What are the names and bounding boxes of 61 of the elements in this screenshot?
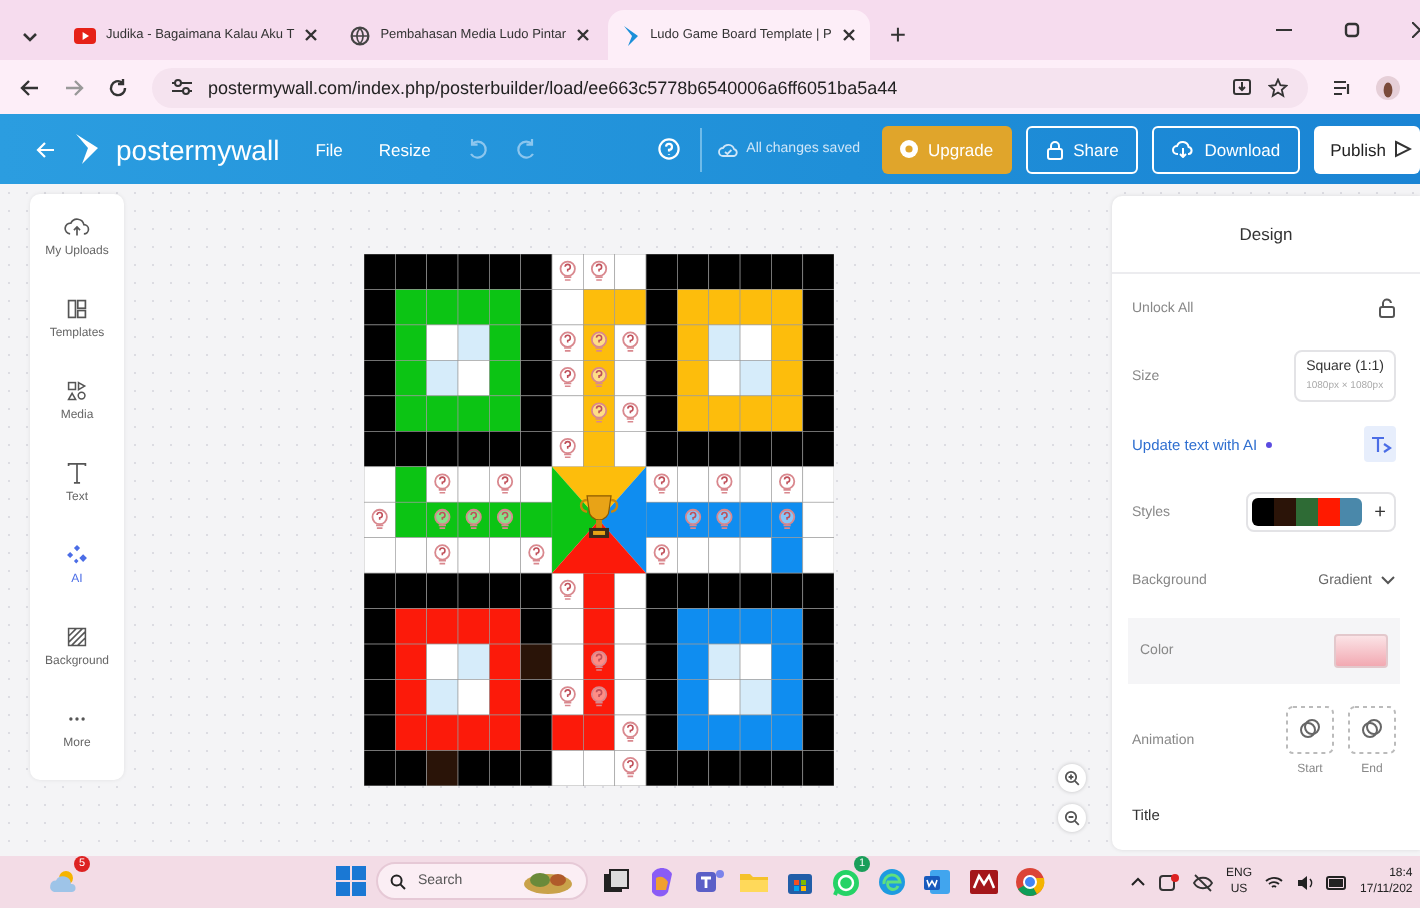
zoom-in-icon[interactable] — [1058, 764, 1086, 792]
address-field[interactable]: postermywall.com/index.php/posterbuilder/load/ee663c5778b6540006a6ff6051ba5a44 — [152, 67, 1308, 107]
volume-icon[interactable] — [1296, 873, 1315, 891]
site-settings-icon — [172, 78, 192, 96]
restore-icon[interactable] — [1344, 22, 1360, 38]
color-swatch[interactable] — [1252, 498, 1275, 526]
lock-icon — [1045, 139, 1064, 159]
style-swatches[interactable]: + — [1246, 492, 1396, 532]
send-icon — [1394, 140, 1412, 158]
menu-item[interactable]: Resize — [378, 139, 431, 159]
publish-button[interactable]: Publish — [1314, 125, 1420, 173]
star-icon[interactable] — [1268, 77, 1288, 97]
download-button[interactable]: Download — [1152, 125, 1301, 173]
reload-icon[interactable] — [108, 77, 128, 97]
new-tab-button[interactable]: + — [889, 18, 907, 50]
close-icon[interactable] — [841, 28, 856, 42]
gradient-swatch[interactable] — [1334, 634, 1388, 668]
zoom-out-icon[interactable] — [1058, 804, 1086, 832]
ai-text-icon[interactable] — [1364, 426, 1396, 462]
wifi-icon[interactable] — [1264, 873, 1285, 891]
battery-icon[interactable] — [1326, 875, 1349, 889]
share-button[interactable]: Share — [1025, 125, 1139, 173]
logo-icon — [76, 134, 100, 164]
templates-icon — [63, 296, 90, 322]
unlock-icon[interactable] — [1378, 298, 1396, 318]
animation-end-icon[interactable] — [1348, 705, 1396, 753]
chevron-up-icon[interactable] — [1130, 874, 1146, 890]
scenery-icon — [522, 869, 574, 893]
animation-start-icon[interactable] — [1286, 705, 1334, 753]
logo-icon — [622, 25, 641, 45]
globe-icon — [350, 25, 371, 45]
cloud-check-icon — [718, 141, 739, 157]
media-control-icon[interactable] — [1332, 77, 1352, 97]
upgrade-icon — [900, 140, 918, 158]
video-icon — [74, 27, 96, 43]
install-icon[interactable] — [1232, 77, 1252, 97]
profile-avatar-icon[interactable] — [1376, 75, 1400, 99]
menu-item[interactable]: File — [315, 139, 343, 159]
help-icon[interactable] — [658, 138, 681, 160]
chevron-down-icon[interactable] — [1380, 574, 1396, 586]
start-icon[interactable] — [336, 866, 366, 896]
close-icon[interactable] — [576, 28, 591, 42]
search-icon — [390, 873, 406, 889]
back-icon[interactable] — [20, 77, 40, 97]
color-swatch[interactable] — [1274, 498, 1297, 526]
media-icon — [64, 378, 90, 404]
forward-icon[interactable] — [64, 77, 84, 97]
panel-title: Design — [1112, 196, 1420, 274]
add-style-button[interactable]: + — [1374, 501, 1386, 523]
text-icon — [64, 460, 90, 486]
color-swatch[interactable] — [1318, 498, 1341, 526]
brand-name: postermywall — [116, 133, 280, 165]
color-swatch[interactable] — [1340, 498, 1363, 526]
hidden-eye-icon[interactable] — [1192, 871, 1214, 893]
sparkle-icon — [64, 542, 90, 568]
color-swatch[interactable] — [1296, 498, 1319, 526]
hatch-icon — [64, 624, 90, 650]
sync-icon[interactable] — [1158, 871, 1180, 893]
cloud-upload-icon — [64, 214, 90, 240]
cloud-download-icon — [1172, 140, 1195, 158]
close-icon[interactable] — [304, 28, 319, 42]
